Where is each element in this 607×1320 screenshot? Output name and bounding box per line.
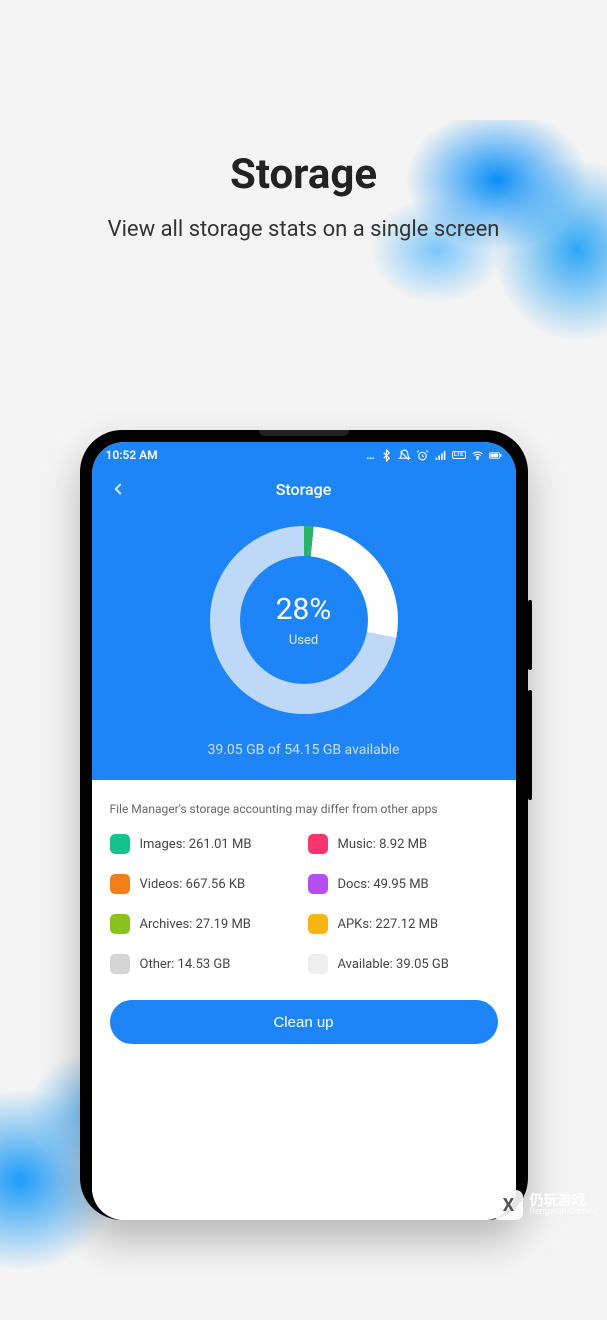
legend-swatch bbox=[308, 914, 328, 934]
available-line: 39.05 GB of 54.15 GB available bbox=[106, 742, 502, 758]
app-header: Storage 28% Used 39.05 GB of 54.15 GB av… bbox=[92, 468, 516, 780]
usage-percent: 28% bbox=[276, 592, 332, 627]
hero-title: Storage bbox=[0, 150, 607, 199]
phone-side-button bbox=[528, 690, 532, 800]
hero: Storage View all storage stats on a sing… bbox=[0, 150, 607, 242]
legend-item: Other: 14.53 GB bbox=[110, 954, 300, 974]
hero-subtitle: View all storage stats on a single scree… bbox=[0, 217, 607, 242]
legend-item: Videos: 667.56 KB bbox=[110, 874, 300, 894]
legend-item: Archives: 27.19 MB bbox=[110, 914, 300, 934]
accounting-note: File Manager's storage accounting may di… bbox=[110, 802, 498, 816]
legend-swatch bbox=[308, 874, 328, 894]
bell-off-icon bbox=[398, 449, 411, 462]
status-time: 10:52 AM bbox=[106, 448, 158, 462]
legend-label: Archives: 27.19 MB bbox=[140, 917, 251, 932]
app-title: Storage bbox=[276, 480, 332, 499]
legend-item: Available: 39.05 GB bbox=[308, 954, 498, 974]
legend-swatch bbox=[308, 954, 328, 974]
legend-item: Images: 261.01 MB bbox=[110, 834, 300, 854]
status-bar: 10:52 AM … LTE bbox=[92, 442, 516, 468]
storage-legend: Images: 261.01 MB Music: 8.92 MB Videos: 6… bbox=[110, 834, 498, 974]
clean-up-button[interactable]: Clean up bbox=[110, 1000, 498, 1044]
legend-label: Images: 261.01 MB bbox=[140, 837, 252, 852]
legend-label: Available: 39.05 GB bbox=[338, 957, 449, 972]
legend-swatch bbox=[110, 834, 130, 854]
legend-item: Music: 8.92 MB bbox=[308, 834, 498, 854]
legend-label: Music: 8.92 MB bbox=[338, 837, 428, 852]
watermark-icon: X bbox=[493, 1190, 523, 1220]
lte-icon: LTE bbox=[452, 451, 466, 459]
phone-screen: 10:52 AM … LTE bbox=[92, 442, 516, 1220]
signal-icon bbox=[434, 449, 447, 462]
legend-swatch bbox=[110, 874, 130, 894]
status-icons: … LTE bbox=[366, 448, 501, 462]
watermark: X 仍玩游戏 Rengwan Games bbox=[493, 1190, 597, 1220]
battery-icon bbox=[489, 449, 502, 462]
more-icon: … bbox=[366, 448, 375, 462]
usage-label: Used bbox=[289, 633, 318, 648]
legend-label: Docs: 49.95 MB bbox=[338, 877, 429, 892]
app-body: File Manager's storage accounting may di… bbox=[92, 780, 516, 1220]
legend-item: APKs: 227.12 MB bbox=[308, 914, 498, 934]
legend-label: Videos: 667.56 KB bbox=[140, 877, 246, 892]
wifi-icon bbox=[471, 449, 484, 462]
back-button[interactable] bbox=[106, 477, 130, 501]
watermark-en: Rengwan Games bbox=[529, 1208, 597, 1217]
phone-mockup: 10:52 AM … LTE bbox=[80, 430, 528, 1220]
phone-side-button bbox=[528, 600, 532, 670]
storage-donut-chart: 28% Used bbox=[210, 526, 398, 714]
bluetooth-icon bbox=[380, 449, 393, 462]
chevron-left-icon bbox=[109, 480, 127, 498]
legend-swatch bbox=[110, 954, 130, 974]
legend-label: APKs: 227.12 MB bbox=[338, 917, 439, 932]
legend-swatch bbox=[110, 914, 130, 934]
legend-swatch bbox=[308, 834, 328, 854]
legend-item: Docs: 49.95 MB bbox=[308, 874, 498, 894]
alarm-icon bbox=[416, 449, 429, 462]
legend-label: Other: 14.53 GB bbox=[140, 957, 231, 972]
watermark-cn: 仍玩游戏 bbox=[529, 1194, 597, 1208]
